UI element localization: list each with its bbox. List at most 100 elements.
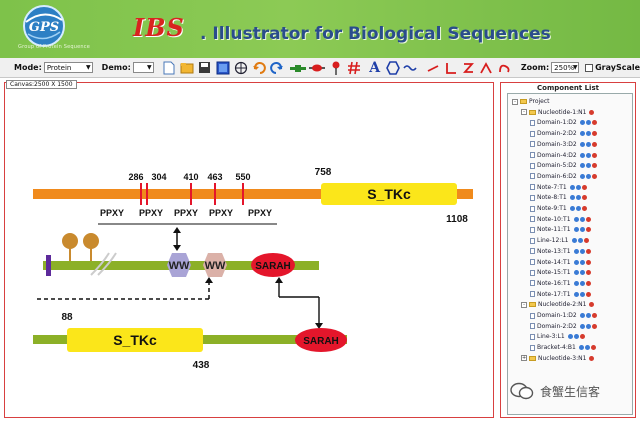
red-domain-icon[interactable] bbox=[309, 60, 326, 76]
move-down-icon[interactable] bbox=[585, 120, 591, 126]
tree-leaf-node[interactable]: Domain-2:D2 bbox=[530, 129, 597, 138]
tree-leaf-node[interactable]: Note-15:T1 bbox=[530, 268, 591, 277]
tree-leaf-node[interactable]: Line-3:L1 bbox=[530, 332, 585, 341]
hexagon-icon[interactable] bbox=[385, 60, 400, 76]
delete-icon[interactable] bbox=[585, 270, 591, 276]
move-down-icon[interactable] bbox=[585, 313, 591, 318]
move-up-icon[interactable] bbox=[573, 227, 579, 233]
delete-icon[interactable] bbox=[591, 120, 597, 126]
move-down-icon[interactable] bbox=[585, 163, 591, 169]
tree-folder-node[interactable]: - Nucleotide-1:N1 bbox=[521, 108, 595, 117]
drawing-canvas[interactable]: S_TKc 758 1108 286 304 410 463 550 PPXY … bbox=[4, 82, 494, 418]
delete-icon[interactable] bbox=[589, 109, 595, 115]
delete-icon[interactable] bbox=[583, 238, 589, 244]
move-up-icon[interactable] bbox=[573, 248, 579, 254]
tree-leaf-node[interactable]: Domain-5:D2 bbox=[530, 161, 597, 170]
tree-leaf-node[interactable]: Line-12:L1 bbox=[530, 236, 589, 245]
move-down-icon[interactable] bbox=[585, 131, 591, 137]
text-icon[interactable]: A bbox=[367, 60, 382, 76]
move-down-icon[interactable] bbox=[584, 345, 590, 351]
line-icon[interactable] bbox=[425, 60, 440, 76]
delete-icon[interactable] bbox=[579, 334, 585, 340]
tree-leaf-node[interactable]: Note-9:T1 bbox=[530, 204, 587, 213]
elbow-line-icon[interactable] bbox=[443, 60, 458, 76]
tree-folder-node[interactable]: - Nucleotide-2:N1 bbox=[521, 300, 595, 309]
site-mark[interactable] bbox=[190, 183, 192, 205]
move-down-icon[interactable] bbox=[579, 259, 585, 265]
move-up-icon[interactable] bbox=[579, 152, 585, 158]
delete-icon[interactable] bbox=[591, 152, 597, 158]
move-up-icon[interactable] bbox=[573, 280, 579, 286]
move-down-icon[interactable] bbox=[575, 184, 581, 190]
move-up-icon[interactable] bbox=[567, 334, 573, 340]
hash-icon[interactable] bbox=[346, 60, 361, 76]
redo-icon[interactable] bbox=[269, 60, 284, 76]
tree-leaf-node[interactable]: Domain-4:D2 bbox=[530, 151, 597, 160]
tree-leaf-node[interactable]: Note-17:T1 bbox=[530, 290, 591, 299]
move-down-icon[interactable] bbox=[585, 173, 591, 179]
move-up-icon[interactable] bbox=[579, 120, 585, 126]
move-up-icon[interactable] bbox=[579, 173, 585, 179]
tree-leaf-node[interactable]: Bracket-4:B1 bbox=[530, 343, 596, 352]
tree-leaf-node[interactable]: Domain-6:D2 bbox=[530, 172, 597, 181]
delete-icon[interactable] bbox=[591, 131, 597, 137]
move-down-icon[interactable] bbox=[579, 291, 585, 297]
move-up-icon[interactable] bbox=[579, 323, 585, 329]
delete-icon[interactable] bbox=[589, 302, 595, 308]
site-mark[interactable] bbox=[140, 183, 142, 205]
pin-icon[interactable] bbox=[328, 60, 343, 76]
move-up-icon[interactable] bbox=[569, 184, 575, 190]
zoom-select[interactable]: 250% ▼ bbox=[551, 62, 580, 73]
move-up-icon[interactable] bbox=[579, 163, 585, 169]
new-file-icon[interactable] bbox=[162, 60, 177, 76]
delete-icon[interactable] bbox=[590, 345, 596, 351]
delete-icon[interactable] bbox=[585, 259, 591, 265]
move-down-icon[interactable] bbox=[585, 152, 591, 158]
tree-folder-node[interactable]: + Nucleotide-3:N1 bbox=[521, 354, 595, 363]
delete-icon[interactable] bbox=[591, 173, 597, 179]
move-up-icon[interactable] bbox=[571, 238, 577, 244]
domain-icon[interactable] bbox=[290, 60, 307, 76]
demo-select[interactable]: ▼ bbox=[132, 62, 154, 73]
component-tree[interactable]: - Project - Nucleotide-1:N1 Domain-1:D2 Domai… bbox=[507, 93, 633, 415]
sarah-connector[interactable] bbox=[275, 277, 323, 329]
site-mark[interactable] bbox=[146, 183, 148, 205]
tree-leaf-node[interactable]: Note-8:T1 bbox=[530, 193, 587, 202]
save-icon[interactable] bbox=[198, 60, 213, 76]
move-down-icon[interactable] bbox=[585, 323, 591, 329]
delete-icon[interactable] bbox=[581, 195, 587, 201]
move-down-icon[interactable] bbox=[575, 206, 581, 211]
expand-icon[interactable]: + bbox=[521, 355, 527, 362]
delete-icon[interactable] bbox=[585, 291, 591, 297]
tree-leaf-node[interactable]: Domain-3:D2 bbox=[530, 140, 597, 149]
delete-icon[interactable] bbox=[585, 227, 591, 233]
delete-icon[interactable] bbox=[591, 323, 597, 329]
move-up-icon[interactable] bbox=[578, 345, 584, 351]
collapse-icon[interactable]: - bbox=[521, 301, 527, 308]
canvas-icon[interactable] bbox=[215, 60, 230, 76]
move-down-icon[interactable] bbox=[585, 141, 591, 147]
protein2-mark[interactable] bbox=[46, 255, 51, 276]
move-up-icon[interactable] bbox=[573, 270, 579, 276]
tree-leaf-node[interactable]: Note-10:T1 bbox=[530, 215, 591, 224]
move-down-icon[interactable] bbox=[579, 270, 585, 276]
delete-icon[interactable] bbox=[585, 280, 591, 286]
target-icon[interactable] bbox=[233, 60, 248, 76]
collapse-icon[interactable]: - bbox=[512, 98, 518, 105]
move-up-icon[interactable] bbox=[573, 259, 579, 265]
delete-icon[interactable] bbox=[585, 216, 591, 222]
delete-icon[interactable] bbox=[581, 206, 587, 211]
curve-icon[interactable] bbox=[497, 60, 512, 76]
delete-icon[interactable] bbox=[591, 141, 597, 147]
tree-leaf-node[interactable]: Note-14:T1 bbox=[530, 258, 591, 267]
tree-leaf-node[interactable]: Note-13:T1 bbox=[530, 247, 591, 256]
delete-icon[interactable] bbox=[591, 163, 597, 169]
move-down-icon[interactable] bbox=[577, 238, 583, 244]
site-mark[interactable] bbox=[242, 183, 244, 205]
tree-leaf-node[interactable]: Note-11:T1 bbox=[530, 225, 591, 234]
tree-folder-node[interactable]: - Project bbox=[512, 97, 550, 106]
delete-icon[interactable] bbox=[581, 184, 587, 190]
collapse-icon[interactable]: - bbox=[521, 109, 527, 116]
tree-leaf-node[interactable]: Note-16:T1 bbox=[530, 279, 591, 288]
lollipop-markers[interactable] bbox=[62, 233, 99, 261]
